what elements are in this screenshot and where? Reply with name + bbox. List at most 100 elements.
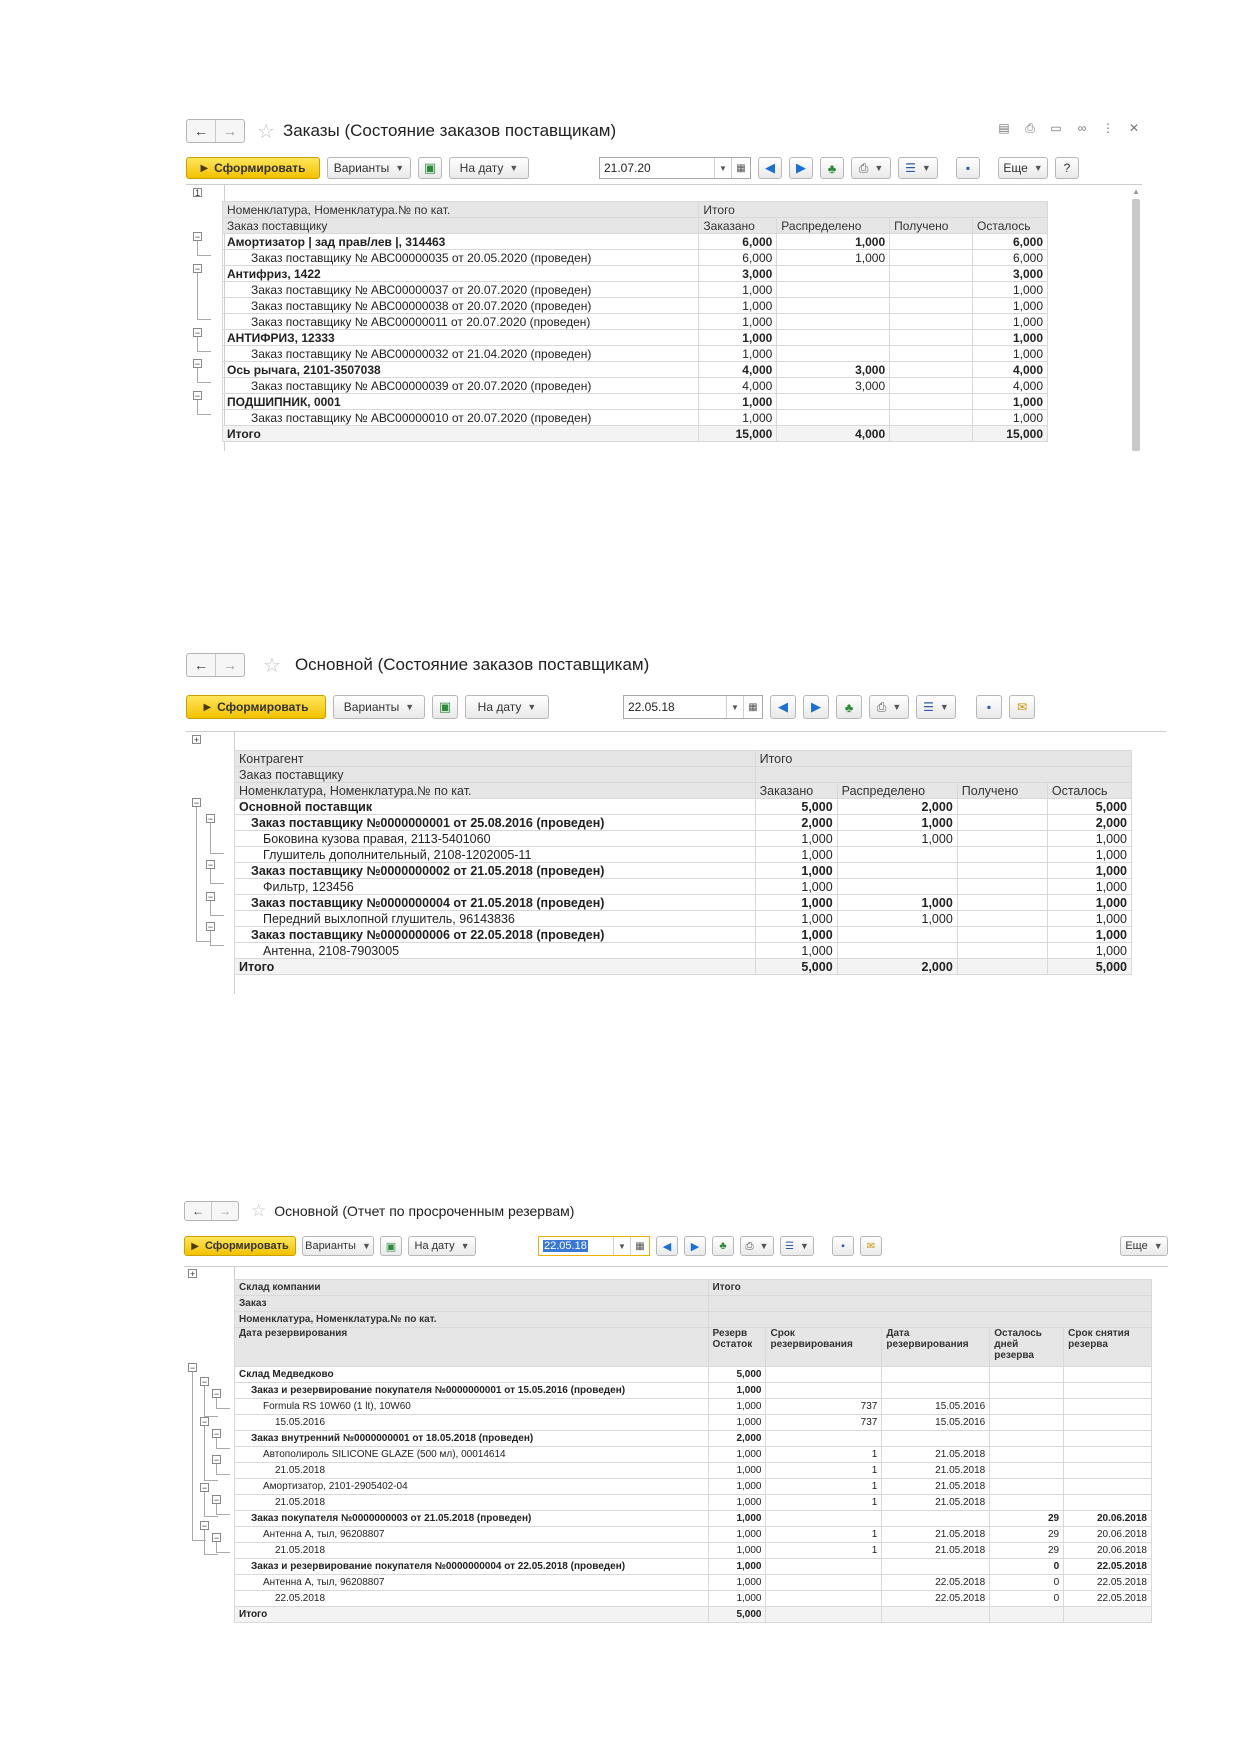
more-button[interactable]: Еще ▼ <box>998 157 1048 179</box>
close-icon[interactable]: ✕ <box>1126 120 1142 136</box>
on-date-button[interactable]: На дату ▼ <box>465 695 549 719</box>
table-row[interactable]: Амортизатор | зад прав/лев |, 314463 6,00… <box>221 233 1048 250</box>
table-row[interactable]: Заказ и резервирование покупателя №00000… <box>234 1382 1152 1399</box>
variants-button[interactable]: Варианты ▼ <box>302 1236 374 1256</box>
collapse-icon[interactable]: − <box>212 1389 221 1399</box>
calendar-icon[interactable]: ▦ <box>731 158 750 178</box>
favorite-star-icon[interactable]: ☆ <box>263 653 281 678</box>
favorite-star-icon[interactable]: ☆ <box>251 1201 266 1221</box>
save-disk-icon[interactable]: ▤ <box>996 120 1012 136</box>
table-row[interactable]: Заказ поставщику № АВС00000037 от 20.07.… <box>221 281 1048 298</box>
table-row[interactable]: АНТИФРИЗ, 12333 1,000 1,000 <box>221 329 1048 346</box>
collapse-icon[interactable]: − <box>206 922 215 932</box>
print-menu-button[interactable]: ⎙ ▼ <box>851 157 891 179</box>
next-period-button[interactable]: ▶ <box>684 1236 706 1256</box>
variants-button[interactable]: Варианты ▼ <box>333 695 425 719</box>
prev-period-button[interactable]: ◀ <box>656 1236 678 1256</box>
send-mail-button[interactable]: ✉ <box>860 1236 882 1256</box>
table-row[interactable]: Заказ покупателя №0000000003 от 21.05.20… <box>234 1510 1152 1527</box>
collapse-icon[interactable]: − <box>192 798 201 808</box>
on-date-button[interactable]: На дату ▼ <box>408 1236 476 1256</box>
collapse-icon[interactable]: − <box>193 328 202 338</box>
date-input[interactable]: 22.05.18 ▼ ▦ <box>623 695 763 719</box>
dropdown-icon[interactable]: ▼ <box>714 158 731 178</box>
favorite-star-icon[interactable]: ☆ <box>257 119 275 144</box>
table-row[interactable]: ПОДШИПНИК, 0001 1,000 1,000 <box>221 393 1048 410</box>
table-row[interactable]: Заказ поставщику №0000000001 от 25.08.20… <box>234 814 1133 831</box>
table-row[interactable]: Заказ поставщику №0000000006 от 22.05.20… <box>234 926 1133 943</box>
more-button[interactable]: Еще ▼ <box>1120 1236 1168 1256</box>
table-row[interactable]: 21.05.2018 1,000 1 21.05.2018 <box>234 1494 1152 1511</box>
save-button[interactable]: ▪ <box>976 695 1002 719</box>
next-period-button[interactable]: ▶ <box>803 695 829 719</box>
scrollbar[interactable] <box>1132 199 1140 451</box>
settings-button[interactable]: ▣ <box>380 1236 402 1256</box>
expand-all-icon[interactable]: + <box>192 735 201 745</box>
table-row[interactable]: Склад Медведково 5,000 <box>234 1366 1152 1383</box>
variants-button[interactable]: Варианты ▼ <box>327 157 411 179</box>
settings-button[interactable]: ▣ <box>418 157 442 179</box>
date-input[interactable]: 21.07.20 ▼ ▦ <box>599 157 751 179</box>
dropdown-icon[interactable]: ▼ <box>726 696 743 718</box>
back-arrow-icon[interactable]: ← <box>185 1202 211 1220</box>
collapse-icon[interactable]: − <box>188 1363 197 1373</box>
next-period-button[interactable]: ▶ <box>789 157 813 179</box>
back-arrow-icon[interactable]: ← <box>187 654 215 676</box>
table-row[interactable]: Заказ поставщику № АВС00000035 от 20.05.… <box>221 249 1048 266</box>
table-row[interactable]: Фильтр, 123456 1,000 1,000 <box>234 878 1133 895</box>
table-row[interactable]: Антенна А, тыл, 96208807 1,000 22.05.2018 0… <box>234 1574 1152 1591</box>
export-button[interactable]: ♣ <box>712 1236 734 1256</box>
link-icon[interactable]: ∞ <box>1074 120 1090 136</box>
collapse-icon[interactable]: − <box>206 860 215 870</box>
back-arrow-icon[interactable]: ← <box>187 120 215 142</box>
table-row[interactable]: Антенна А, тыл, 96208807 1,000 1 21.05.2018… <box>234 1526 1152 1543</box>
collapse-icon[interactable]: − <box>206 892 215 902</box>
table-row[interactable]: Заказ поставщику № АВС00000010 от 20.07.… <box>221 409 1048 426</box>
table-row[interactable]: 21.05.2018 1,000 1 21.05.2018 29 20.06.2018 <box>234 1542 1152 1559</box>
dropdown-icon[interactable]: ▼ <box>613 1237 630 1255</box>
table-row[interactable]: Заказ поставщику №0000000002 от 21.05.20… <box>234 862 1133 879</box>
expand-all-icon[interactable]: + <box>188 1269 197 1279</box>
collapse-icon[interactable]: − <box>212 1495 221 1505</box>
collapse-icon[interactable]: − <box>200 1417 209 1427</box>
help-button[interactable]: ? <box>1055 157 1079 179</box>
date-input[interactable]: 22.05.18 ▼ ▦ <box>538 1236 650 1256</box>
export-button[interactable]: ♣ <box>820 157 844 179</box>
table-row[interactable]: Formula RS 10W60 (1 lt), 10W60 1,000 737 15… <box>234 1398 1152 1415</box>
table-row[interactable]: Антенна, 2108-7903005 1,000 1,000 <box>234 942 1133 959</box>
table-row[interactable]: Заказ внутренний №0000000001 от 18.05.20… <box>234 1430 1152 1447</box>
table-row[interactable]: Заказ и резервирование покупателя №00000… <box>234 1558 1152 1575</box>
send-mail-button[interactable]: ✉ <box>1009 695 1035 719</box>
forward-arrow-icon[interactable]: → <box>211 1202 238 1220</box>
generate-button[interactable]: ▶ Сформировать <box>184 1236 296 1256</box>
collapse-icon[interactable]: − <box>193 359 202 369</box>
table-row[interactable]: Глушитель дополнительный, 2108-1202005-1… <box>234 846 1133 863</box>
table-row[interactable]: Заказ поставщику № АВС00000011 от 20.07.… <box>221 313 1048 330</box>
collapse-icon[interactable]: − <box>212 1429 221 1439</box>
collapse-icon[interactable]: − <box>206 814 215 824</box>
table-row[interactable]: Заказ поставщику № АВС00000038 от 20.07.… <box>221 297 1048 314</box>
collapse-icon[interactable]: − <box>200 1483 209 1493</box>
calendar-icon[interactable]: ▦ <box>743 696 762 718</box>
collapse-icon[interactable]: − <box>193 391 202 401</box>
expand-all-icon[interactable]: 1 <box>193 188 202 198</box>
collapse-icon[interactable]: − <box>200 1377 209 1387</box>
forward-arrow-icon[interactable]: → <box>215 654 244 676</box>
table-row[interactable]: Заказ поставщику № АВС00000039 от 20.07.… <box>221 377 1048 394</box>
table-row[interactable]: Заказ поставщику № АВС00000032 от 21.04.… <box>221 345 1048 362</box>
collapse-icon[interactable]: − <box>193 264 202 274</box>
table-row[interactable]: 22.05.2018 1,000 22.05.2018 0 22.05.2018 <box>234 1590 1152 1607</box>
view-menu-button[interactable]: ☰ ▼ <box>780 1236 814 1256</box>
table-row[interactable]: Амортизатор, 2101-2905402-04 1,000 1 21.05.… <box>234 1478 1152 1495</box>
settings-button[interactable]: ▣ <box>432 695 458 719</box>
forward-arrow-icon[interactable]: → <box>215 120 244 142</box>
view-menu-button[interactable]: ☰ ▼ <box>916 695 956 719</box>
collapse-icon[interactable]: − <box>212 1533 221 1543</box>
on-date-button[interactable]: На дату ▼ <box>449 157 529 179</box>
prev-period-button[interactable]: ◀ <box>758 157 782 179</box>
view-menu-button[interactable]: ☰ ▼ <box>898 157 938 179</box>
collapse-icon[interactable]: − <box>212 1455 221 1465</box>
table-row[interactable]: Ось рычага, 2101-3507038 4,000 3,000 4,000 <box>221 361 1048 378</box>
table-row[interactable]: Автополироль SILICONE GLAZE (500 мл), 00… <box>234 1446 1152 1463</box>
print-menu-button[interactable]: ⎙ ▼ <box>869 695 909 719</box>
